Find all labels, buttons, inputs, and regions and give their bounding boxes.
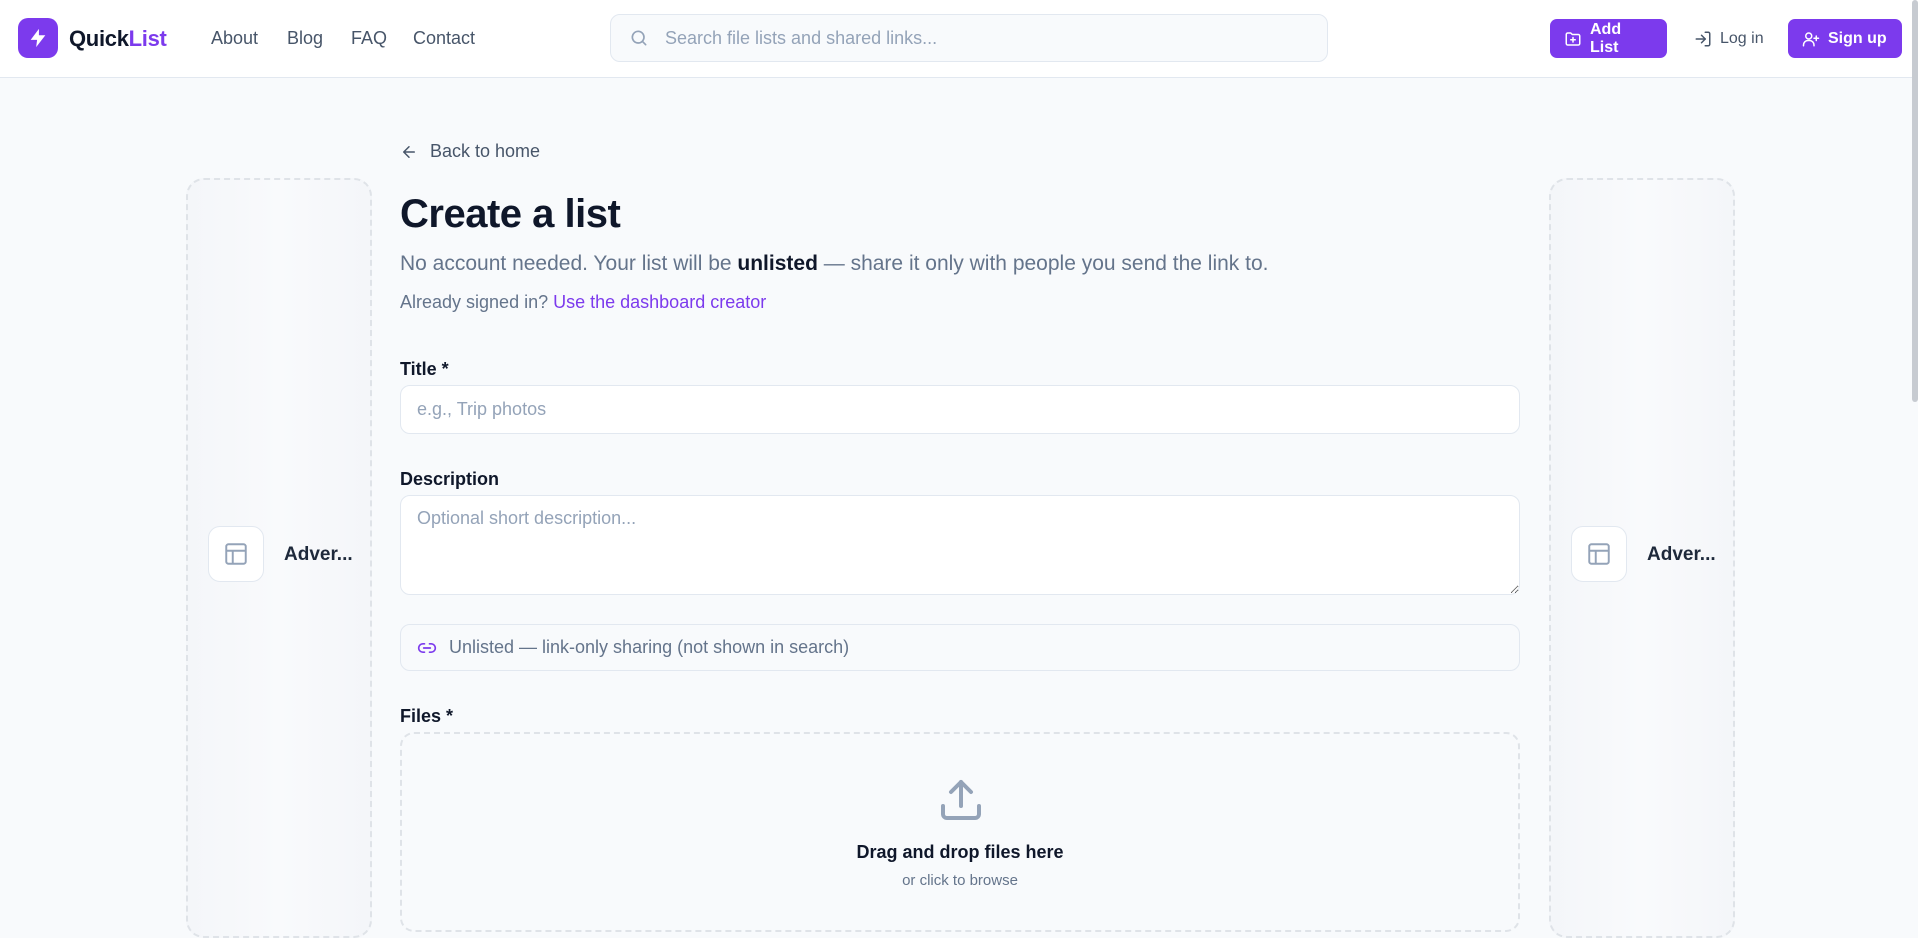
signed-in-label: Already signed in? [400, 292, 554, 312]
add-list-label: Add List [1590, 20, 1622, 56]
folder-plus-icon [1564, 30, 1582, 48]
dashboard-creator-link[interactable]: Use the dashboard creator [553, 292, 766, 312]
layout-icon [1571, 526, 1627, 582]
right-ad-panel[interactable]: Adver... [1549, 178, 1735, 938]
signed-in-text: Already signed in? Use the dashboard cre… [400, 292, 766, 313]
search-input[interactable] [663, 26, 1307, 50]
page-subtitle: No account needed. Your list will be unl… [400, 252, 1269, 276]
signup-button[interactable]: Sign up [1788, 19, 1902, 58]
back-to-home-link[interactable]: Back to home [400, 141, 540, 162]
left-ad-panel[interactable]: Adver... [186, 178, 372, 938]
description-textarea[interactable] [400, 495, 1520, 595]
subtitle-post: — share it only with people you send the… [817, 252, 1269, 275]
dropzone-title: Drag and drop files here [856, 842, 1064, 862]
ad-label: Adver... [1647, 544, 1716, 565]
upload-icon [937, 776, 985, 829]
nav-contact-link[interactable]: Contact [413, 28, 475, 49]
dropzone-subtitle: or click to browse [902, 872, 1018, 889]
brand-part-1: Quick [69, 26, 129, 51]
page-scrollbar[interactable] [1912, 0, 1918, 402]
login-button[interactable]: Log in [1684, 19, 1774, 58]
nav-about-link[interactable]: About [211, 28, 258, 49]
login-icon [1694, 30, 1712, 48]
brand-name[interactable]: QuickList [69, 26, 167, 52]
logo-lightning-icon[interactable] [18, 18, 58, 58]
files-label: Files * [400, 706, 454, 726]
add-list-button[interactable]: Add List [1550, 19, 1667, 58]
ad-label: Adver... [284, 544, 353, 565]
nav-faq-link[interactable]: FAQ [351, 28, 387, 49]
page-title: Create a list [400, 192, 621, 236]
back-label: Back to home [430, 141, 541, 161]
nav-blog-link[interactable]: Blog [287, 28, 323, 49]
signup-label: Sign up [1828, 29, 1887, 47]
link-icon [417, 638, 437, 658]
description-label: Description [400, 469, 500, 489]
search-icon [629, 28, 649, 48]
arrow-left-icon [400, 143, 418, 161]
login-label: Log in [1720, 29, 1764, 47]
unlisted-note: Unlisted — link-only sharing (not shown … [400, 624, 1520, 671]
file-dropzone[interactable]: Drag and drop files here or click to bro… [400, 732, 1520, 932]
layout-icon [208, 526, 264, 582]
subtitle-bold: unlisted [737, 252, 818, 275]
brand-part-2: List [128, 26, 167, 51]
search-bar [610, 14, 1328, 62]
unlisted-text: Unlisted — link-only sharing (not shown … [449, 637, 850, 657]
title-input[interactable] [400, 385, 1520, 434]
top-navbar: QuickList About Blog FAQ Contact Add Lis… [0, 0, 1918, 78]
title-label: Title * [400, 359, 449, 379]
subtitle-pre: No account needed. Your list will be [400, 252, 738, 275]
user-plus-icon [1802, 30, 1820, 48]
